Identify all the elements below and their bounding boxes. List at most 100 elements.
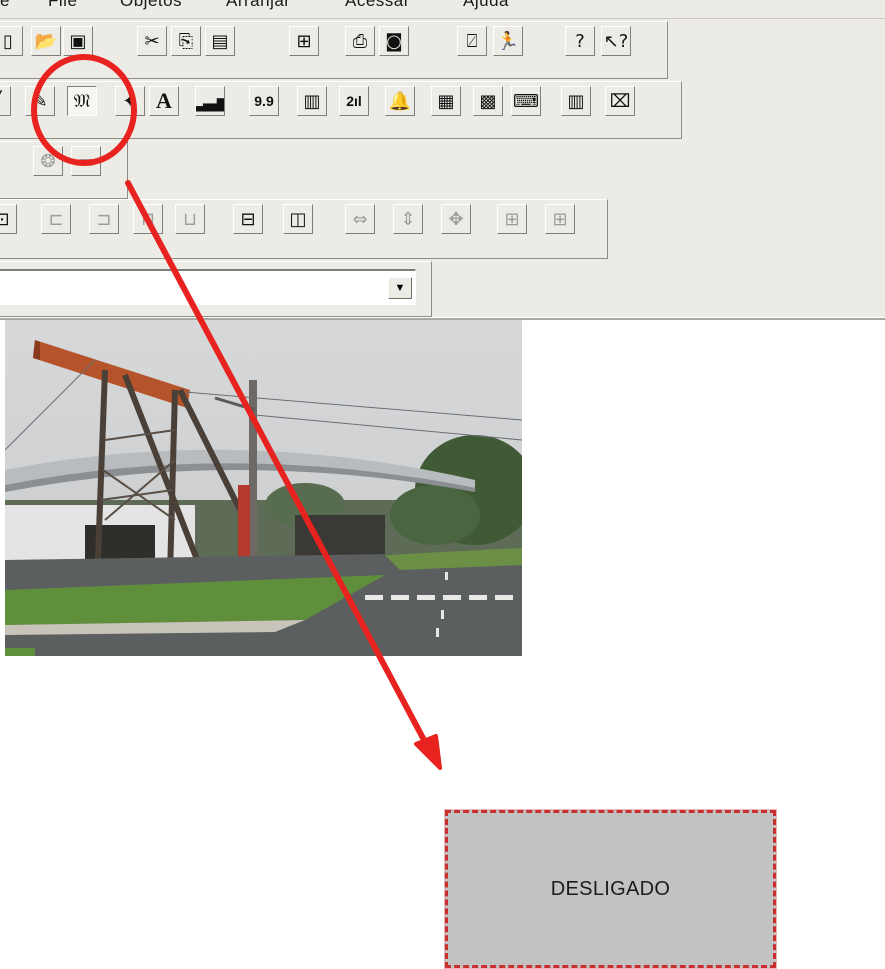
line-button[interactable]: ╱ (0, 86, 11, 116)
align-top-icon: ⊓ (140, 208, 156, 230)
runner-button[interactable]: 🏃 (493, 26, 523, 56)
picture-icon: ▩ (479, 90, 497, 112)
distribute-h-icon: ⊞ (504, 208, 520, 230)
copy-button[interactable]: ⎘ (171, 26, 201, 56)
numeric-display-button[interactable]: 9.9 (249, 86, 279, 116)
film-button[interactable]: ▥ (297, 86, 327, 116)
movie-button[interactable]: ▥ (561, 86, 591, 116)
bar-graph-button[interactable]: ▂▃▅ (195, 86, 225, 116)
camera-icon: ◙ (385, 30, 403, 52)
align-right-icon: ⊐ (96, 208, 112, 230)
align-left-button[interactable]: ⊏ (41, 204, 71, 234)
center-vertical-button[interactable]: ⊟ (233, 204, 263, 234)
context-help-button[interactable]: ↖? (601, 26, 631, 56)
menu-item-objects[interactable]: Objetos (120, 0, 182, 11)
alarm-bell-icon: 🔔 (388, 90, 412, 112)
tree-icon: ⊞ (296, 30, 312, 52)
film-icon: ▥ (303, 90, 321, 112)
grey-rect-icon: ▬ (77, 150, 95, 172)
cut-button[interactable]: ✂ (137, 26, 167, 56)
new-icon: ▯ (3, 30, 13, 52)
align-bottom-button[interactable]: ⊔ (175, 204, 205, 234)
distribute-v-icon: ⊞ (552, 208, 568, 230)
open-folder-icon: 📂 (34, 30, 58, 52)
center-vertical-icon: ⊟ (240, 208, 256, 230)
shutter-icon: ❂ (40, 150, 56, 172)
calendar-icon: ▦ (437, 90, 455, 112)
tree-button[interactable]: ⊞ (289, 26, 319, 56)
site-photo (5, 320, 522, 656)
camera-button[interactable]: ◙ (379, 26, 409, 56)
context-help-icon: ↖? (603, 30, 629, 52)
align-bottom-icon: ⊔ (182, 208, 198, 230)
shutter-button[interactable]: ❂ (33, 146, 63, 176)
misc-toolbar: ❂ ▬ (0, 141, 128, 199)
menu-item-file[interactable]: File (48, 0, 77, 11)
text-tool-icon: A (156, 88, 172, 113)
align-button[interactable]: ⊡ (0, 204, 17, 234)
same-height-icon: ⇕ (400, 208, 416, 230)
center-horizontal-button[interactable]: ◫ (283, 204, 313, 234)
align-right-button[interactable]: ⊐ (89, 204, 119, 234)
same-size-icon: ✥ (448, 208, 464, 230)
alarm-bell-button[interactable]: 🔔 (385, 86, 415, 116)
open-folder-button[interactable]: 📂 (31, 26, 61, 56)
chevron-down-icon: ▼ (394, 282, 406, 294)
menu-item-interface[interactable]: Acessar (345, 0, 410, 11)
text-tool-button[interactable]: A (149, 86, 179, 116)
video-camera-button[interactable]: ⌨ (511, 86, 541, 116)
calendar-button[interactable]: ▦ (431, 86, 461, 116)
menu-bar: e File Objetos Arranjar Acessar Ajuda (0, 0, 885, 19)
grey-rect-button[interactable]: ▬ (71, 146, 101, 176)
camcorder-button[interactable]: ⌧ (605, 86, 635, 116)
symbol-tool-button[interactable]: 𝔐 (67, 86, 97, 116)
object-select-combo[interactable]: ▼ (0, 269, 416, 305)
save-disk-button[interactable]: ▣ (63, 26, 93, 56)
camcorder-icon: ⌧ (609, 90, 631, 112)
alignment-toolbar: ⊡ ⊏ ⊐ ⊓ ⊔ ⊟ ◫ ⇔ ⇕ ✥ ⊞ ⊞ (0, 199, 608, 259)
menu-item-help[interactable]: Ajuda (463, 0, 509, 11)
counter-button[interactable]: 2ıl (339, 86, 369, 116)
counter-icon: 2ıl (346, 93, 362, 109)
numeric-display-icon: 9.9 (254, 93, 274, 109)
movie-icon: ▥ (567, 90, 585, 112)
properties-button[interactable]: ⎙ (345, 26, 375, 56)
distribute-v-button[interactable]: ⊞ (545, 204, 575, 234)
exit-run-button[interactable]: ⍁ (457, 26, 487, 56)
bar-graph-icon: ▂▃▅ (196, 90, 224, 112)
status-indicator-box[interactable]: DESLIGADO (444, 809, 777, 969)
pen-tool-icon: ✎ (32, 90, 48, 112)
effects-icon: ✦ (122, 90, 138, 112)
same-width-button[interactable]: ⇔ (345, 204, 375, 234)
copy-icon: ⎘ (178, 30, 194, 52)
combo-dropdown-button[interactable]: ▼ (388, 277, 412, 299)
menu-item-arrange[interactable]: Arranjar (226, 0, 290, 11)
same-width-icon: ⇔ (352, 208, 368, 230)
save-disk-icon: ▣ (69, 30, 87, 52)
picture-button[interactable]: ▩ (473, 86, 503, 116)
same-size-button[interactable]: ✥ (441, 204, 471, 234)
align-top-button[interactable]: ⊓ (133, 204, 163, 234)
status-label: DESLIGADO (550, 877, 671, 900)
center-horizontal-icon: ◫ (289, 208, 307, 230)
new-button[interactable]: ▯ (0, 26, 23, 56)
objects-toolbar: ╱ ✎ 𝔐 ✦ A ▂▃▅ 9.9 ▥ 2ıl 🔔 ▦ ▩ ⌨ ▥ ⌧ (0, 81, 682, 139)
symbol-tool-icon: 𝔐 (73, 90, 91, 112)
cut-icon: ✂ (144, 30, 160, 52)
line-icon: ╱ (0, 91, 1, 112)
align-left-icon: ⊏ (48, 208, 64, 230)
menu-item-first[interactable]: e (0, 0, 10, 11)
paste-button[interactable]: ▤ (205, 26, 235, 56)
paste-icon: ▤ (211, 30, 229, 52)
runner-icon: 🏃 (496, 30, 520, 52)
effects-button[interactable]: ✦ (115, 86, 145, 116)
video-camera-icon: ⌨ (513, 90, 539, 112)
help-icon: ? (575, 30, 585, 52)
distribute-h-button[interactable]: ⊞ (497, 204, 527, 234)
help-button[interactable]: ? (565, 26, 595, 56)
standard-toolbar: ▯ 📂 ▣ ✂ ⎘ ▤ ⊞ ⎙ ◙ ⍁ 🏃? ↖? (0, 21, 668, 79)
pointer-arrow-head (414, 734, 442, 770)
exit-run-icon: ⍁ (466, 30, 478, 52)
same-height-button[interactable]: ⇕ (393, 204, 423, 234)
pen-tool-button[interactable]: ✎ (25, 86, 55, 116)
